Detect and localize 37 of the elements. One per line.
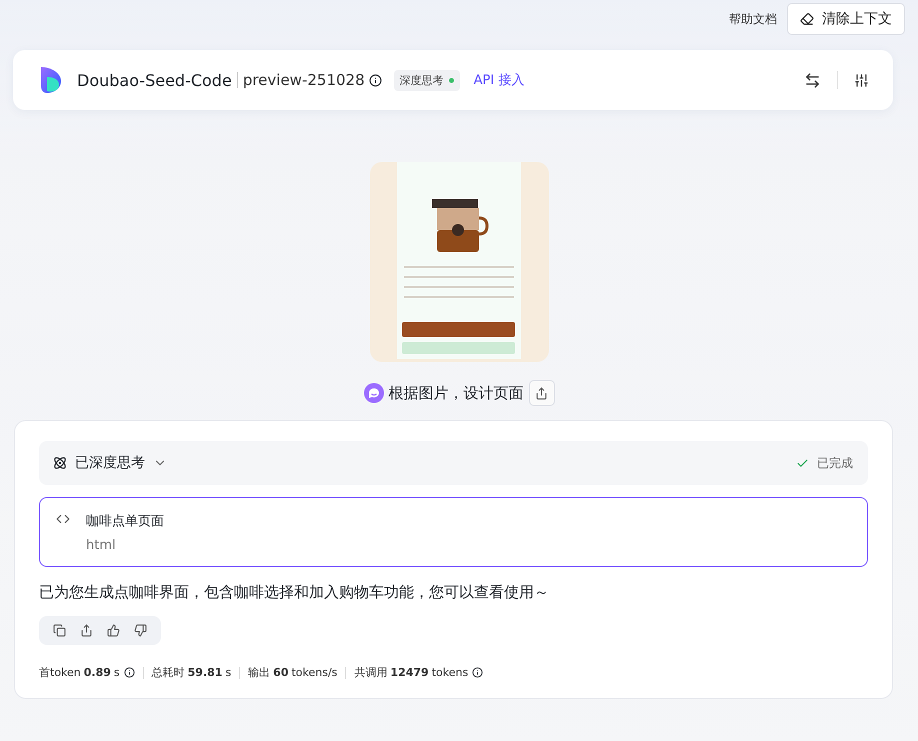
stat-text: 首token 0.89 s xyxy=(39,665,120,680)
artifact-card[interactable]: 咖啡点单页面 html xyxy=(39,497,868,567)
info-icon[interactable] xyxy=(472,667,484,678)
artifact-title: 咖啡点单页面 xyxy=(86,512,165,530)
chat-avatar-icon xyxy=(364,383,384,403)
share-button[interactable] xyxy=(528,380,554,406)
mode-label: 深度思考 xyxy=(400,72,444,88)
check-icon xyxy=(796,456,809,470)
stat-text: 共调用 12479 tokens xyxy=(354,665,468,680)
eraser-icon xyxy=(800,12,814,26)
share-icon xyxy=(80,624,93,637)
thinking-status: 已完成 xyxy=(817,454,853,472)
artifact-type: html xyxy=(86,538,117,552)
thinking-toggle[interactable]: 已深度思考 已完成 xyxy=(39,441,868,485)
thumbs-up-button[interactable] xyxy=(107,624,120,637)
copy-icon xyxy=(53,624,66,637)
user-message: 根据图片，设计页面 xyxy=(388,384,524,402)
answer-text: 已为您生成点咖啡界面，包含咖啡选择和加入购物车功能，您可以查看使用～ xyxy=(39,583,550,602)
info-icon[interactable] xyxy=(368,74,382,86)
stat-text: 总耗时 59.81 s xyxy=(152,665,232,680)
share-icon xyxy=(535,386,548,400)
swap-icon[interactable] xyxy=(804,72,821,88)
model-version: preview-251028 xyxy=(242,71,365,89)
thumbs-down-icon xyxy=(134,624,147,637)
thumbs-down-button[interactable] xyxy=(134,624,147,637)
settings-icon[interactable] xyxy=(854,72,869,88)
share-button[interactable] xyxy=(80,624,93,637)
thumbs-up-icon xyxy=(107,624,120,637)
info-icon[interactable] xyxy=(124,667,135,678)
api-link[interactable]: API 接入 xyxy=(474,71,524,89)
help-docs-link[interactable]: 帮助文档 xyxy=(729,10,777,28)
model-name: Doubao-Seed-Code xyxy=(77,70,232,90)
thinking-label: 已深度思考 xyxy=(75,454,145,472)
stat-text: 输出 60 tokens/s xyxy=(248,665,338,680)
clear-context-button[interactable]: 清除上下文 xyxy=(787,3,905,35)
atom-icon xyxy=(53,456,67,470)
copy-button[interactable] xyxy=(53,624,66,637)
